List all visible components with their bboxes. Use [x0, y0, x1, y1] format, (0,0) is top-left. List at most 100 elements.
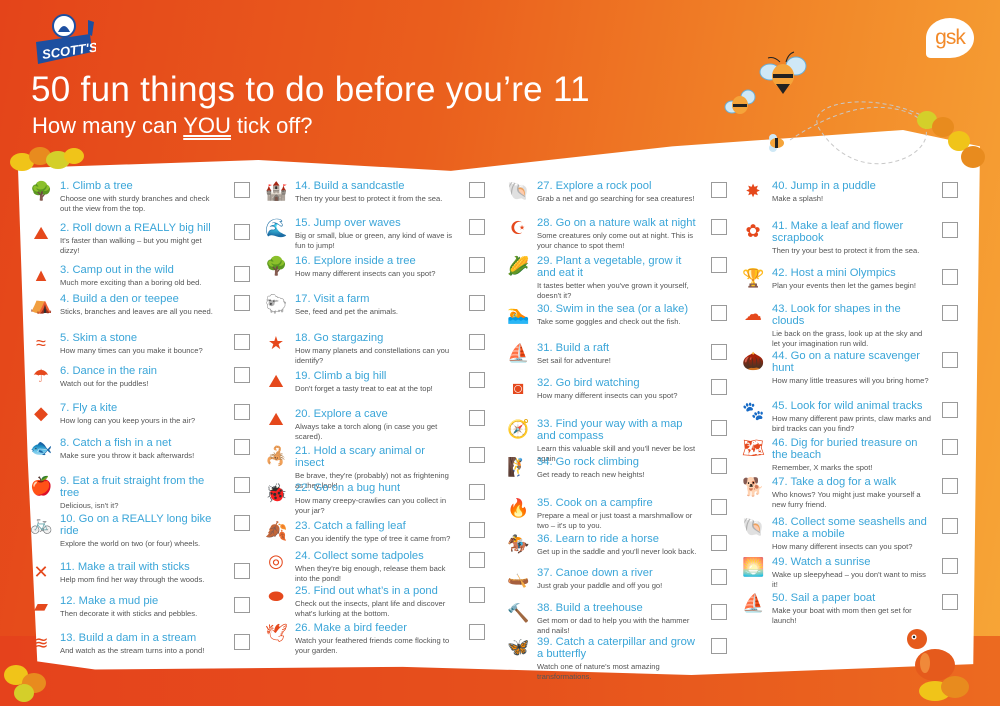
corn-icon: 🌽 — [507, 256, 530, 276]
tick-checkbox[interactable] — [711, 420, 727, 436]
item-title-text: Explore a rock pool — [555, 180, 652, 192]
tick-checkbox[interactable] — [234, 224, 250, 240]
item-title: 36. Learn to ride a horse — [537, 533, 697, 545]
tick-checkbox[interactable] — [469, 447, 485, 463]
tick-checkbox[interactable] — [469, 334, 485, 350]
tick-checkbox[interactable] — [942, 518, 958, 534]
tick-checkbox[interactable] — [942, 222, 958, 238]
tick-checkbox[interactable] — [942, 269, 958, 285]
tick-checkbox[interactable] — [234, 266, 250, 282]
tick-checkbox[interactable] — [469, 552, 485, 568]
item-description: How many different insects can you spot? — [537, 391, 678, 400]
tick-checkbox[interactable] — [711, 458, 727, 474]
hill-roll-icon: ⛰ — [33, 223, 49, 243]
item-description: Then try your best to protect it from th… — [295, 194, 443, 203]
tick-checkbox[interactable] — [711, 182, 727, 198]
item-number: 49. — [772, 556, 788, 568]
tick-checkbox[interactable] — [469, 295, 485, 311]
tick-checkbox[interactable] — [234, 597, 250, 613]
item-description: Delicious, isn't it? — [60, 501, 119, 510]
item-title-text: Go on a nature scavenger hunt — [772, 350, 921, 374]
item-number: 1. — [60, 180, 70, 192]
tick-checkbox[interactable] — [469, 182, 485, 198]
tick-checkbox[interactable] — [711, 535, 727, 551]
leaves-decoration — [10, 147, 84, 171]
item-title-text: Build a den or teepee — [72, 293, 179, 305]
item-text: 1. Climb a tree Choose one with sturdy br… — [60, 180, 220, 214]
item-text: 42. Host a mini Olympics Plan your events… — [772, 267, 932, 291]
item-description: Plan your events then let the games begi… — [772, 281, 916, 290]
tick-checkbox[interactable] — [234, 477, 250, 493]
item-title: 12. Make a mud pie — [60, 595, 220, 607]
tick-checkbox[interactable] — [234, 634, 250, 650]
tick-checkbox[interactable] — [469, 410, 485, 426]
item-title: 47. Take a dog for a walk — [772, 476, 932, 488]
tick-checkbox[interactable] — [942, 558, 958, 574]
tick-checkbox[interactable] — [469, 587, 485, 603]
tick-checkbox[interactable] — [234, 515, 250, 531]
item-title-text: Skim a stone — [72, 332, 138, 344]
tick-checkbox[interactable] — [942, 402, 958, 418]
item-number: 36. — [537, 533, 553, 545]
item-title: 5. Skim a stone — [60, 332, 220, 344]
item-text: 28. Go on a nature walk at night Some cre… — [537, 217, 697, 251]
wave-icon: 🌊 — [265, 218, 288, 238]
item-number: 41. — [772, 220, 788, 232]
item-number: 12. — [60, 595, 76, 607]
tick-checkbox[interactable] — [469, 219, 485, 235]
item-title-text: Make a trail with sticks — [77, 561, 190, 573]
binoculars-icon: ◙ — [512, 378, 524, 398]
tick-checkbox[interactable] — [711, 257, 727, 273]
item-description: How long can you keep yours in the air? — [60, 416, 196, 425]
item-title-text: Climb a big hill — [313, 370, 387, 382]
tick-checkbox[interactable] — [711, 305, 727, 321]
item-text: 18. Go stargazing How many planets and co… — [295, 332, 455, 366]
tick-checkbox[interactable] — [469, 372, 485, 388]
tick-checkbox[interactable] — [711, 379, 727, 395]
tick-checkbox[interactable] — [942, 305, 958, 321]
horse-rider-icon: 🏇 — [507, 534, 530, 554]
tick-checkbox[interactable] — [234, 563, 250, 579]
tick-checkbox[interactable] — [711, 604, 727, 620]
sheep-icon: 🐑 — [265, 294, 288, 314]
tick-checkbox[interactable] — [234, 182, 250, 198]
item-description: Wake up sleepyhead – you don't want to m… — [772, 570, 926, 589]
sunrise-icon: 🌅 — [742, 557, 765, 577]
item-number: 17. — [295, 293, 311, 305]
canoe-icon: 🛶 — [507, 568, 530, 588]
tick-checkbox[interactable] — [942, 352, 958, 368]
item-description: Always take a torch along (in case you g… — [295, 422, 438, 441]
tick-checkbox[interactable] — [469, 257, 485, 273]
item-number: 32. — [537, 377, 553, 389]
tick-checkbox[interactable] — [942, 182, 958, 198]
tick-checkbox[interactable] — [234, 295, 250, 311]
crossed-sticks-icon: ✕ — [33, 562, 49, 582]
item-number: 45. — [772, 400, 788, 412]
tick-checkbox[interactable] — [711, 344, 727, 360]
rain-boot-icon: ☂ — [32, 366, 50, 386]
item-text: 37. Canoe down a river Just grab your pad… — [537, 567, 697, 591]
tick-checkbox[interactable] — [942, 439, 958, 455]
item-title: 29. Plant a vegetable, grow it and eat i… — [537, 255, 697, 279]
item-number: 35. — [537, 497, 553, 509]
tick-checkbox[interactable] — [234, 367, 250, 383]
tick-checkbox[interactable] — [942, 478, 958, 494]
tick-checkbox[interactable] — [469, 624, 485, 640]
hand-leaf-icon: 🍂 — [265, 521, 288, 541]
tick-checkbox[interactable] — [469, 484, 485, 500]
tick-checkbox[interactable] — [942, 594, 958, 610]
item-number: 2. — [60, 222, 70, 234]
item-text: 6. Dance in the rain Watch out for the pu… — [60, 365, 220, 389]
item-text: 36. Learn to ride a horse Get up in the s… — [537, 533, 697, 557]
tick-checkbox[interactable] — [234, 404, 250, 420]
tick-checkbox[interactable] — [469, 522, 485, 538]
tick-checkbox[interactable] — [711, 638, 727, 654]
tick-checkbox[interactable] — [711, 219, 727, 235]
tick-checkbox[interactable] — [234, 439, 250, 455]
tick-checkbox[interactable] — [711, 499, 727, 515]
tick-checkbox[interactable] — [711, 569, 727, 585]
tick-checkbox[interactable] — [234, 334, 250, 350]
item-number: 24. — [295, 550, 311, 562]
item-number: 7. — [60, 402, 70, 414]
item-title: 30. Swim in the sea (or a lake) — [537, 303, 697, 315]
